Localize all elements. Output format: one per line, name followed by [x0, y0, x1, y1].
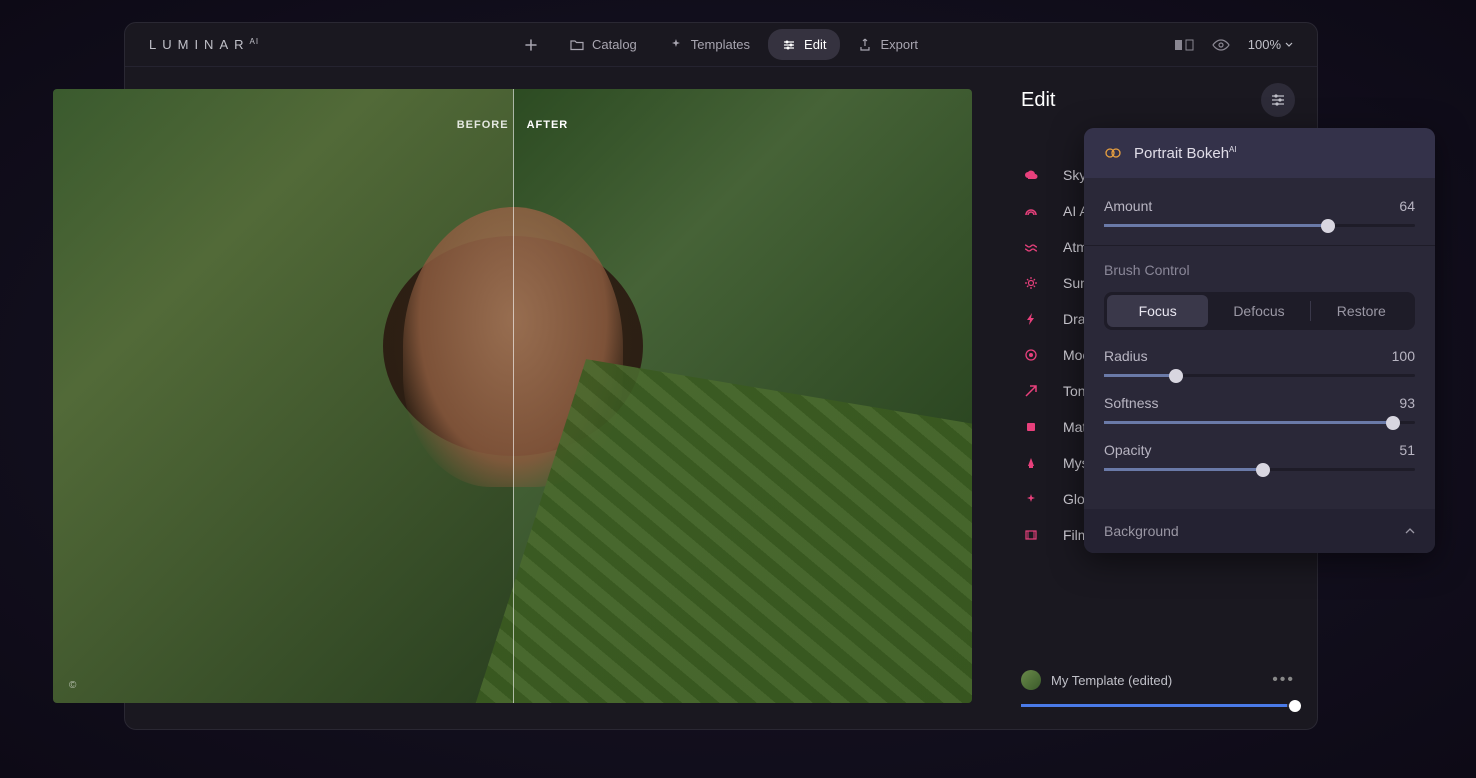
image-preview[interactable]: BEFOREAFTER ©	[53, 89, 972, 703]
catalog-label: Catalog	[592, 37, 637, 52]
bolt-icon	[1023, 311, 1039, 327]
cloud-icon	[1023, 167, 1039, 183]
zoom-dropdown[interactable]: 100%	[1248, 37, 1293, 52]
matte-icon	[1023, 419, 1039, 435]
folder-icon	[570, 38, 584, 52]
template-name: My Template (edited)	[1051, 673, 1262, 688]
sidebar-header: Edit	[999, 83, 1317, 131]
opacity-slider[interactable]: Opacity51	[1104, 442, 1415, 471]
template-row[interactable]: My Template (edited) •••	[1021, 670, 1295, 690]
slider-handle[interactable]	[1386, 416, 1400, 430]
sliders-icon	[782, 38, 796, 52]
edit-label: Edit	[804, 37, 826, 52]
sun-icon	[1023, 275, 1039, 291]
before-after-divider[interactable]	[513, 89, 514, 703]
panel-title: Portrait BokehAI	[1134, 145, 1237, 162]
toolbar: LUMINARAI Catalog Templates Edit Export	[125, 23, 1317, 67]
catalog-button[interactable]: Catalog	[556, 29, 651, 60]
panel-header[interactable]: Portrait BokehAI	[1084, 128, 1435, 178]
toning-icon	[1023, 383, 1039, 399]
softness-slider[interactable]: Softness93	[1104, 395, 1415, 424]
panel-body: Amount64 Brush Control Focus Defocus Res…	[1084, 178, 1435, 509]
background-section[interactable]: Background	[1084, 509, 1435, 553]
wave-icon	[1023, 239, 1039, 255]
slider-handle[interactable]	[1321, 219, 1335, 233]
slider-handle[interactable]	[1256, 463, 1270, 477]
brush-mode-segment: Focus Defocus Restore	[1104, 292, 1415, 330]
bokeh-icon	[1104, 144, 1122, 162]
mood-icon	[1023, 347, 1039, 363]
chevron-down-icon	[1285, 42, 1293, 47]
defocus-button[interactable]: Defocus	[1208, 295, 1309, 327]
rainbow-icon	[1023, 203, 1039, 219]
eye-icon[interactable]	[1212, 39, 1230, 51]
toolbar-right: 100%	[1174, 37, 1293, 52]
focus-button[interactable]: Focus	[1107, 295, 1208, 327]
restore-button[interactable]: Restore	[1311, 295, 1412, 327]
export-label: Export	[880, 37, 918, 52]
sidebar-footer: My Template (edited) •••	[999, 656, 1317, 729]
chevron-up-icon	[1405, 528, 1415, 534]
slider-handle[interactable]	[1289, 700, 1301, 712]
sidebar-title: Edit	[1021, 89, 1055, 112]
toolbar-center: Catalog Templates Edit Export	[510, 29, 932, 60]
template-thumbnail	[1021, 670, 1041, 690]
app-logo: LUMINARAI	[149, 37, 259, 52]
film-icon	[1023, 527, 1039, 543]
templates-label: Templates	[691, 37, 750, 52]
plus-icon	[524, 38, 538, 52]
before-after-labels: BEFOREAFTER	[457, 119, 569, 131]
mystical-icon	[1023, 455, 1039, 471]
export-icon	[858, 38, 872, 52]
amount-slider[interactable]: Amount64	[1104, 198, 1415, 227]
slider-handle[interactable]	[1169, 369, 1183, 383]
compare-icon[interactable]	[1174, 38, 1194, 52]
brush-control-title: Brush Control	[1104, 262, 1415, 278]
templates-button[interactable]: Templates	[655, 29, 764, 60]
glow-icon	[1023, 491, 1039, 507]
template-menu-button[interactable]: •••	[1272, 671, 1295, 689]
copyright: ©	[69, 680, 76, 691]
template-strength-slider[interactable]	[1021, 704, 1295, 707]
portrait-bokeh-panel: Portrait BokehAI Amount64 Brush Control …	[1084, 128, 1435, 553]
sparkle-icon	[669, 38, 683, 52]
edit-button[interactable]: Edit	[768, 29, 840, 60]
add-button[interactable]	[510, 30, 552, 60]
export-button[interactable]: Export	[844, 29, 932, 60]
radius-slider[interactable]: Radius100	[1104, 348, 1415, 377]
adjustments-button[interactable]	[1261, 83, 1295, 117]
